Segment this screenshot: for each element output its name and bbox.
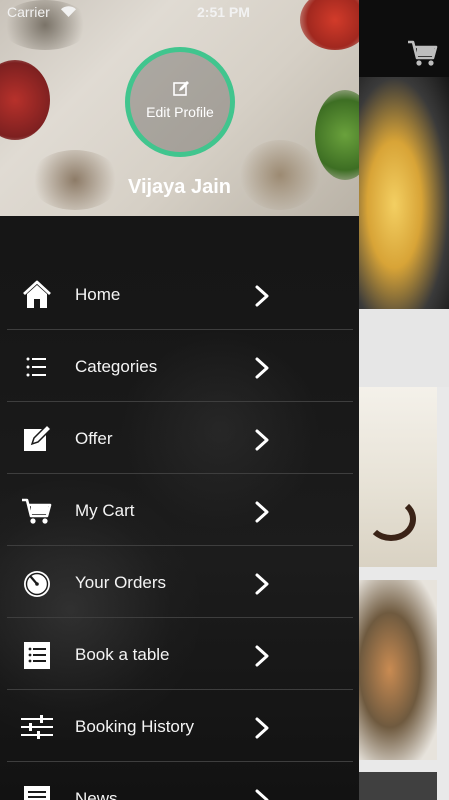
chevron-right-icon bbox=[255, 645, 269, 667]
chevron-right-icon bbox=[255, 573, 269, 595]
home-icon bbox=[23, 280, 51, 308]
section-band bbox=[358, 309, 449, 387]
menu-item-label: Categories bbox=[75, 357, 158, 376]
cart-icon bbox=[22, 498, 52, 524]
chevron-right-icon bbox=[255, 285, 269, 307]
status-time: 2:51 PM bbox=[197, 4, 250, 20]
menu-item-label: Booking History bbox=[75, 717, 195, 736]
wifi-icon bbox=[61, 6, 76, 17]
user-name: Vijaya Jain bbox=[127, 176, 232, 198]
navigation-drawer: Edit Profile Vijaya Jain Home Categories bbox=[0, 0, 359, 800]
menu-item-news[interactable]: News bbox=[0, 762, 359, 800]
checklist-icon bbox=[24, 642, 50, 669]
cart-icon[interactable] bbox=[406, 38, 440, 68]
menu-item-your-orders[interactable]: Your Orders bbox=[0, 546, 359, 618]
food-image[interactable] bbox=[358, 77, 449, 309]
food-card-image[interactable] bbox=[358, 772, 437, 800]
menu-item-offer[interactable]: Offer bbox=[0, 402, 359, 474]
food-card-image[interactable] bbox=[358, 580, 437, 760]
status-bar: Carrier 2:51 PM bbox=[0, 0, 449, 24]
menu-item-booking-history[interactable]: Booking History bbox=[0, 690, 359, 762]
timer-icon bbox=[24, 571, 50, 597]
edit-icon bbox=[24, 424, 53, 451]
menu-item-label: My Cart bbox=[75, 501, 135, 520]
chevron-right-icon bbox=[255, 429, 269, 451]
menu-item-my-cart[interactable]: My Cart bbox=[0, 474, 359, 546]
chevron-right-icon bbox=[255, 789, 269, 800]
menu-item-label: Home bbox=[75, 285, 121, 304]
menu-item-label: Book a table bbox=[75, 645, 170, 664]
edit-profile-label: Edit Profile bbox=[146, 104, 214, 120]
menu-item-label: News bbox=[75, 789, 118, 800]
drawer-header: Edit Profile Vijaya Jain bbox=[0, 0, 359, 216]
menu-item-label: Offer bbox=[75, 429, 113, 448]
menu-item-home[interactable]: Home bbox=[0, 258, 359, 330]
chevron-right-icon bbox=[255, 501, 269, 523]
news-icon bbox=[24, 786, 50, 800]
menu-item-book-a-table[interactable]: Book a table bbox=[0, 618, 359, 690]
carrier-label: Carrier bbox=[7, 4, 50, 20]
edit-icon bbox=[173, 81, 189, 96]
menu-item-categories[interactable]: Categories bbox=[0, 330, 359, 402]
drawer-menu: Home Categories Offer My Cart Your Order… bbox=[0, 258, 359, 800]
edit-profile-button[interactable]: Edit Profile bbox=[125, 47, 235, 157]
chevron-right-icon bbox=[255, 357, 269, 379]
chevron-right-icon bbox=[255, 717, 269, 739]
food-card-image[interactable] bbox=[358, 387, 437, 567]
list-icon bbox=[26, 357, 46, 377]
menu-item-label: Your Orders bbox=[75, 573, 167, 592]
sliders-icon bbox=[21, 715, 53, 739]
